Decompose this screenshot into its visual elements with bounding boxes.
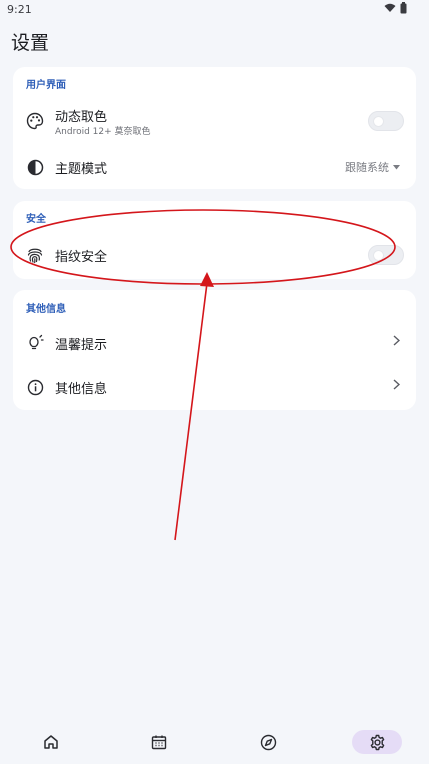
home-icon (44, 735, 58, 749)
dynamic-color-label: 动态取色 (55, 110, 108, 125)
chevron-right-icon (393, 379, 400, 390)
tips-label: 温馨提示 (55, 338, 108, 353)
status-icons (384, 2, 407, 14)
calendar-icon (151, 735, 167, 750)
contrast-icon (25, 157, 45, 177)
dynamic-color-subtitle: Android 12+ 莫奈取色 (55, 127, 151, 137)
wifi-icon (384, 3, 396, 12)
status-bar: 9:21 (0, 0, 429, 20)
theme-mode-dropdown[interactable]: 跟随系统 (345, 159, 400, 175)
section-title-other: 其他信息 (26, 304, 66, 315)
fingerprint-toggle[interactable] (368, 245, 404, 265)
info-icon (25, 377, 45, 397)
status-time: 9:21 (7, 3, 32, 16)
tips-row[interactable]: 温馨提示 (13, 321, 416, 365)
toggle-knob (373, 116, 384, 127)
palette-icon (25, 111, 45, 131)
other-info-card: 其他信息 温馨提示 其他信息 (13, 290, 416, 410)
bottom-navigation (0, 718, 429, 764)
compass-icon (260, 734, 276, 750)
settings-icon (370, 734, 384, 750)
fingerprint-label: 指纹安全 (55, 250, 108, 265)
theme-mode-row[interactable]: 主题模式 跟随系统 (13, 145, 416, 189)
ui-settings-card: 用户界面 动态取色 Android 12+ 莫奈取色 主题模式 跟随系统 (13, 67, 416, 189)
section-title-security: 安全 (26, 214, 46, 225)
section-title-ui: 用户界面 (26, 80, 66, 91)
page-title: 设置 (11, 32, 50, 54)
nav-explore[interactable] (243, 730, 293, 754)
security-settings-card: 安全 指纹安全 (13, 201, 416, 279)
fingerprint-row[interactable]: 指纹安全 (13, 233, 416, 277)
nav-settings[interactable] (352, 730, 402, 754)
toggle-knob (373, 250, 384, 261)
fingerprint-icon (25, 245, 45, 265)
dropdown-arrow-icon (393, 164, 400, 169)
chevron-right-icon (393, 335, 400, 346)
dynamic-color-row[interactable]: 动态取色 Android 12+ 莫奈取色 (13, 99, 416, 143)
nav-home[interactable] (26, 730, 76, 754)
dynamic-color-toggle[interactable] (368, 111, 404, 131)
theme-mode-value: 跟随系统 (345, 161, 389, 174)
nav-calendar[interactable] (134, 730, 184, 754)
battery-icon (400, 2, 407, 14)
lightbulb-icon (25, 333, 45, 353)
other-info-row[interactable]: 其他信息 (13, 365, 416, 409)
other-info-label: 其他信息 (55, 382, 108, 397)
theme-mode-label: 主题模式 (55, 162, 108, 177)
